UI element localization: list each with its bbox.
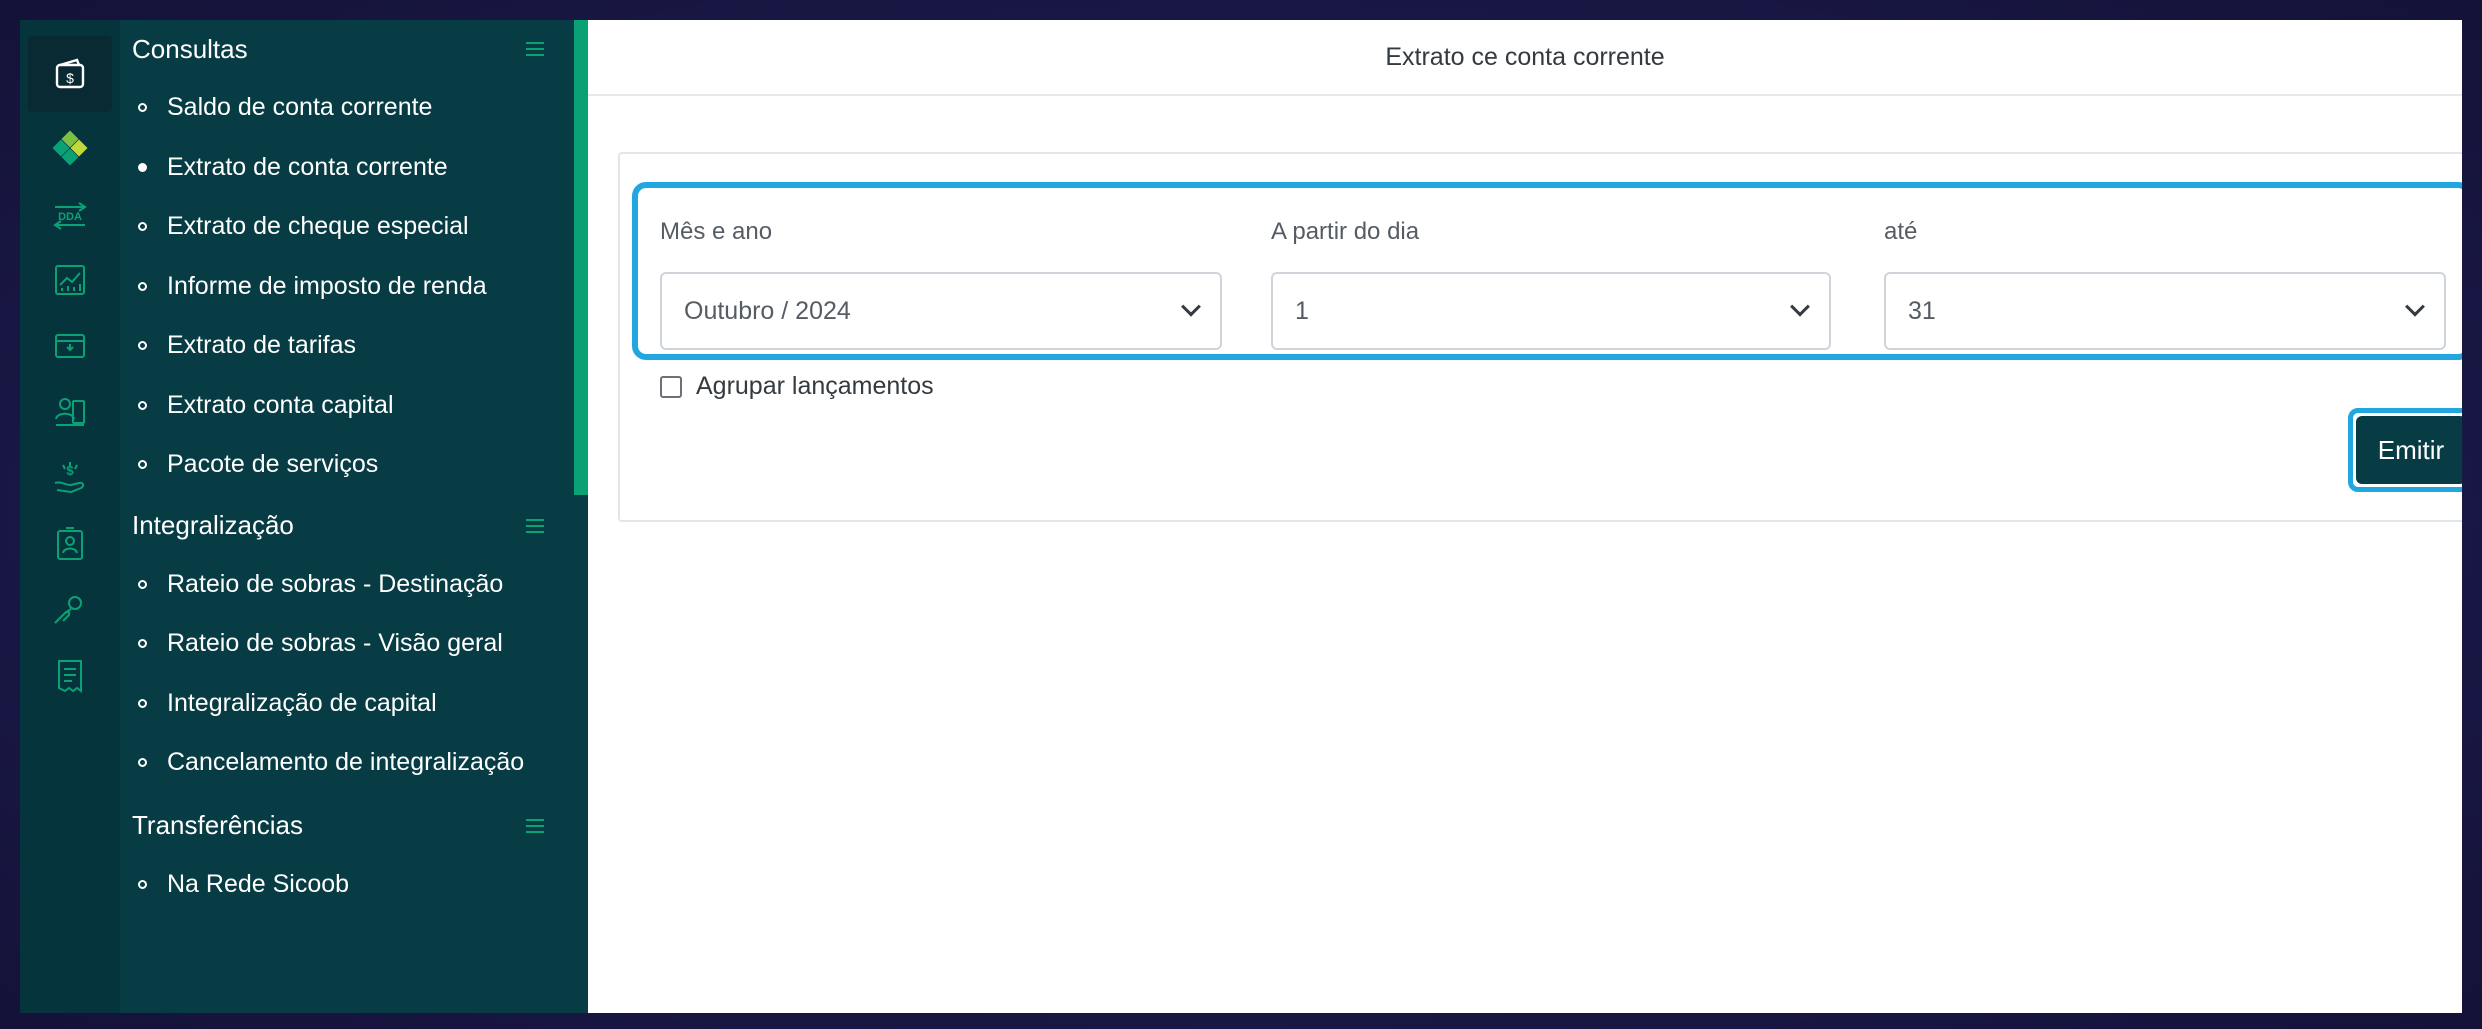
menu-item-rede-sicoob[interactable]: Na Rede Sicoob xyxy=(120,855,588,915)
menu-item-label: Informe de imposto de renda xyxy=(167,271,487,300)
emit-button[interactable]: Emitir xyxy=(2356,416,2462,484)
hamburger-icon[interactable] xyxy=(526,818,544,833)
chevron-down-icon xyxy=(2405,296,2425,317)
bullet-icon xyxy=(138,162,147,172)
card-icon[interactable] xyxy=(38,314,102,378)
menu-item-informe-ir[interactable]: Informe de imposto de renda xyxy=(120,257,588,317)
menu-item-cancelamento-integralizacao[interactable]: Cancelamento de integralização xyxy=(120,733,588,793)
bullet-icon xyxy=(138,698,147,708)
bullet-icon xyxy=(138,222,147,232)
person-document-icon[interactable] xyxy=(38,380,102,444)
menu-section-transferencias[interactable]: Transferências xyxy=(120,797,588,855)
menu-item-extrato-cheque-especial[interactable]: Extrato de cheque especial xyxy=(120,197,588,257)
menu-item-label: Extrato de cheque especial xyxy=(167,212,469,241)
from-day-select[interactable]: 1 xyxy=(1271,272,1831,350)
menu-item-label: Saldo de conta corrente xyxy=(167,93,433,122)
menu-item-pacote-servicos[interactable]: Pacote de serviços xyxy=(120,435,588,495)
from-day-label: A partir do dia xyxy=(1271,218,1420,245)
group-entries-checkbox[interactable] xyxy=(660,375,682,398)
side-menu: Consultas Saldo de conta corrente Extrat… xyxy=(120,20,588,1013)
group-entries-label: Agrupar lançamentos xyxy=(696,372,934,400)
group-entries-option[interactable]: Agrupar lançamentos xyxy=(660,372,934,401)
diamond-logo-icon[interactable] xyxy=(38,116,102,180)
transferencias-list: Na Rede Sicoob xyxy=(120,855,588,915)
handshake-icon[interactable] xyxy=(38,578,102,642)
money-hand-icon[interactable]: $ xyxy=(38,446,102,510)
menu-item-extrato-conta-corrente[interactable]: Extrato de conta corrente xyxy=(120,138,588,198)
menu-item-label: Extrato de conta corrente xyxy=(167,152,448,181)
menu-item-label: Integralização de capital xyxy=(167,688,437,717)
section-title: Integralização xyxy=(132,510,294,540)
menu-item-rateio-destinacao[interactable]: Rateio de sobras - Destinação xyxy=(120,555,588,615)
svg-text:$: $ xyxy=(66,70,74,86)
app-window: $ DDA $ Consultas Saldo de conta corrent… xyxy=(20,20,2462,1013)
chart-icon[interactable] xyxy=(38,248,102,312)
menu-scroll-indicator[interactable] xyxy=(574,20,588,495)
hamburger-icon[interactable] xyxy=(526,42,544,56)
receipt-icon[interactable] xyxy=(38,644,102,708)
month-year-label: Mês e ano xyxy=(660,218,773,245)
menu-section-integralizacao[interactable]: Integralização xyxy=(120,497,588,555)
icon-rail: $ DDA $ xyxy=(20,20,120,1013)
bullet-icon xyxy=(138,879,147,889)
bullet-icon xyxy=(138,400,147,410)
month-year-value: Outubro / 2024 xyxy=(684,296,851,325)
section-title: Consultas xyxy=(132,33,248,64)
bullet-icon xyxy=(138,103,147,113)
bullet-icon xyxy=(138,460,147,470)
wallet-icon[interactable]: $ xyxy=(28,36,112,112)
month-year-select[interactable]: Outubro / 2024 xyxy=(660,272,1222,350)
consultas-list: Saldo de conta corrente Extrato de conta… xyxy=(120,78,588,495)
menu-item-extrato-conta-capital[interactable]: Extrato conta capital xyxy=(120,376,588,436)
menu-item-label: Extrato conta capital xyxy=(167,390,394,419)
to-day-field: até 31 xyxy=(1884,218,2446,350)
to-day-select[interactable]: 31 xyxy=(1884,272,2446,350)
menu-item-integralizacao-capital[interactable]: Integralização de capital xyxy=(120,674,588,734)
bullet-icon xyxy=(138,579,147,589)
id-badge-icon[interactable] xyxy=(38,512,102,576)
month-year-field: Mês e ano Outubro / 2024 xyxy=(660,218,1222,350)
bullet-icon xyxy=(138,639,147,649)
menu-item-label: Rateio de sobras - Destinação xyxy=(167,569,504,598)
integralizacao-list: Rateio de sobras - Destinação Rateio de … xyxy=(120,555,588,793)
main-content: Extrato ce conta corrente i Mês e ano Ou… xyxy=(588,20,2462,1013)
page-title: Extrato ce conta corrente xyxy=(588,20,2462,96)
menu-item-extrato-tarifas[interactable]: Extrato de tarifas xyxy=(120,316,588,376)
hamburger-icon[interactable] xyxy=(526,518,544,533)
menu-item-label: Na Rede Sicoob xyxy=(167,869,350,898)
section-title: Transferências xyxy=(132,810,303,840)
to-day-label: até xyxy=(1884,218,1918,245)
from-day-value: 1 xyxy=(1295,296,1309,325)
chevron-down-icon xyxy=(1790,296,1810,317)
menu-item-label: Extrato de tarifas xyxy=(167,331,356,360)
bullet-icon xyxy=(138,758,147,768)
menu-item-label: Cancelamento de integralização xyxy=(167,748,525,777)
bullet-icon xyxy=(138,281,147,291)
statement-form-card: i Mês e ano Outubro / 2024 A partir do d… xyxy=(618,152,2462,522)
emit-button-highlight: Emitir xyxy=(2348,408,2462,492)
menu-item-rateio-visao-geral[interactable]: Rateio de sobras - Visão geral xyxy=(120,614,588,674)
from-day-field: A partir do dia 1 xyxy=(1271,218,1831,350)
menu-item-label: Rateio de sobras - Visão geral xyxy=(167,629,503,658)
bullet-icon xyxy=(138,341,147,351)
menu-item-label: Pacote de serviços xyxy=(167,450,379,479)
chevron-down-icon xyxy=(1181,296,1201,317)
to-day-value: 31 xyxy=(1908,296,1936,325)
dda-icon[interactable]: DDA xyxy=(38,182,102,246)
svg-text:DDA: DDA xyxy=(58,211,82,223)
menu-section-consultas[interactable]: Consultas xyxy=(120,20,588,78)
menu-item-saldo[interactable]: Saldo de conta corrente xyxy=(120,78,588,138)
